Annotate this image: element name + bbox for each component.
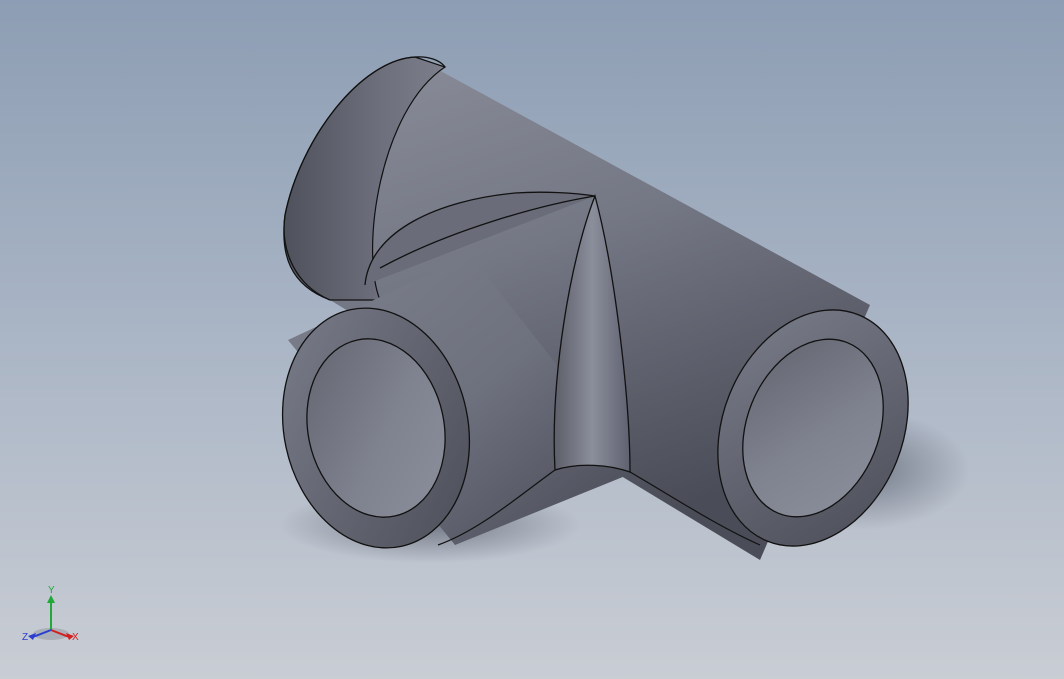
triad-x-label: X bbox=[72, 632, 79, 643]
triad-y-label: Y bbox=[48, 585, 55, 596]
triad-y-arrow bbox=[47, 595, 55, 603]
reference-triad[interactable]: Y X Z bbox=[14, 582, 84, 652]
pipe-tee-model[interactable] bbox=[0, 0, 1064, 679]
triad-z-label: Z bbox=[22, 632, 28, 643]
graphics-viewport[interactable]: Y X Z bbox=[0, 0, 1064, 679]
